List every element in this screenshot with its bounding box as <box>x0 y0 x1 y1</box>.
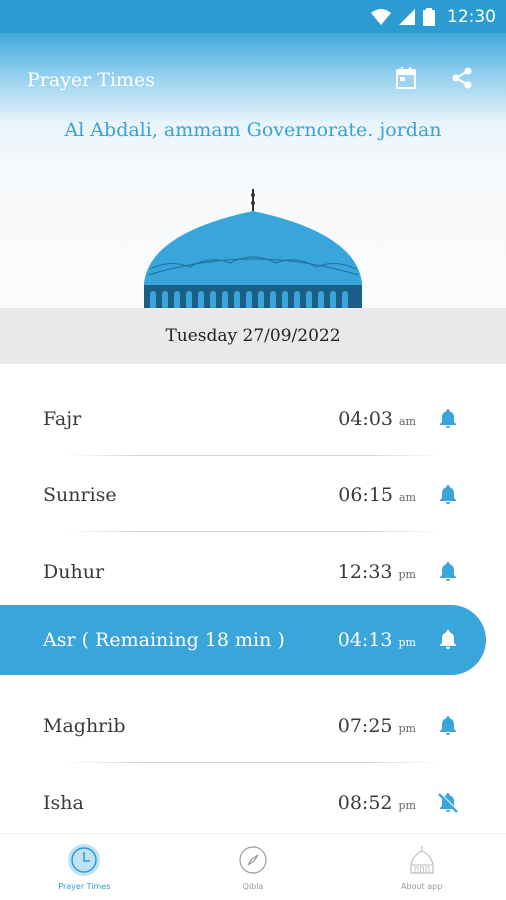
app-title: Prayer Times <box>27 69 156 91</box>
mosque-dome-icon <box>144 189 362 309</box>
bell-icon[interactable] <box>436 714 460 738</box>
prayer-row-duhur[interactable]: Duhur 12:33 pm <box>0 537 506 607</box>
prayer-time: 12:33 pm <box>337 561 416 583</box>
nav-about-app[interactable]: About app <box>337 834 506 900</box>
nav-qibla[interactable]: Qibla <box>169 834 338 900</box>
prayer-time: 07:25 pm <box>337 715 416 737</box>
compass-icon <box>239 846 267 874</box>
bell-icon[interactable] <box>436 407 460 431</box>
status-time: 12:30 <box>447 6 496 27</box>
bell-icon[interactable] <box>436 483 460 507</box>
row-divider <box>65 531 441 532</box>
share-button[interactable] <box>445 61 479 95</box>
prayer-name: Duhur <box>43 561 105 583</box>
prayer-row-asr-active[interactable]: Asr ( Remaining 18 min ) 04:13 pm <box>0 605 486 675</box>
battery-icon <box>423 7 435 26</box>
prayer-name: Fajr <box>43 408 82 430</box>
prayer-time: 04:13 pm <box>337 629 416 651</box>
prayer-name: Isha <box>43 792 84 814</box>
row-divider <box>65 762 441 763</box>
wifi-icon <box>371 8 391 25</box>
calendar-icon <box>396 67 416 89</box>
prayer-row-fajr[interactable]: Fajr 04:03 am <box>0 384 506 456</box>
prayer-row-sunrise[interactable]: Sunrise 06:15 am <box>0 460 506 532</box>
prayer-time: 06:15 am <box>338 484 416 506</box>
prayer-row-maghrib[interactable]: Maghrib 07:25 pm <box>0 691 506 763</box>
nav-label: Qibla <box>242 882 264 891</box>
row-divider <box>65 455 441 456</box>
header: Prayer Times Al Abdali, ammam Governorat… <box>0 33 506 309</box>
location-label: Al Abdali, ammam Governorate. jordan <box>64 119 442 141</box>
bottom-nav: Prayer Times Qibla About app <box>0 833 506 900</box>
date-label: Tuesday 27/09/2022 <box>0 308 506 364</box>
bell-icon[interactable] <box>436 628 460 652</box>
share-icon <box>452 67 472 89</box>
status-icons: 12:30 <box>371 0 496 33</box>
nav-label: About app <box>401 882 443 891</box>
prayer-time: 04:03 am <box>338 408 416 430</box>
prayer-row-isha[interactable]: Isha 08:52 pm <box>0 768 506 838</box>
prayer-time: 08:52 pm <box>337 792 416 814</box>
bell-icon[interactable] <box>436 560 460 584</box>
calendar-button[interactable] <box>389 61 423 95</box>
clock-icon <box>68 844 101 876</box>
mosque-icon <box>410 846 434 874</box>
nav-prayer-times[interactable]: Prayer Times <box>0 834 169 900</box>
prayer-name: Asr ( Remaining 18 min ) <box>43 629 285 651</box>
bell-off-icon[interactable] <box>436 791 460 815</box>
prayer-name: Sunrise <box>43 484 117 506</box>
prayer-name: Maghrib <box>43 715 126 737</box>
signal-icon <box>399 8 415 25</box>
nav-label: Prayer Times <box>58 882 111 891</box>
status-bar: 12:30 <box>0 0 506 33</box>
